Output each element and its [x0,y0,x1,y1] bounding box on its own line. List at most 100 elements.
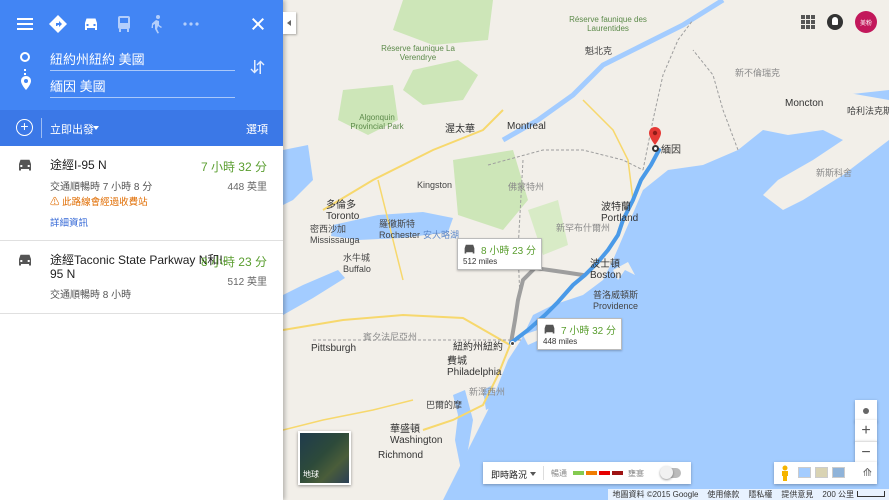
map-canvas[interactable]: 魁北克 Réserve faunique des Laurentides Rés… [283,0,889,500]
route-callout-2[interactable]: 8 小時 23 分 512 miles [457,238,543,270]
car-mode-icon[interactable] [79,12,103,36]
route-option-2[interactable]: 途經Taconic State Parkway N和I- 95 N 8 小時 2… [0,241,283,314]
account-bar: 美粉 [801,10,877,34]
car-icon [464,244,475,254]
map-base [283,0,889,500]
directions-icon[interactable] [46,12,70,36]
layer-thumbnail[interactable] [815,467,828,478]
feedback-link[interactable]: 提供意見 [781,489,813,500]
route-option-1[interactable]: 途經I-95 N 7 小時 32 分 交通順暢時 7 小時 8 分 448 英里… [0,146,283,241]
chevron-down-icon [530,472,536,476]
traffic-swatch [612,471,623,475]
origin-text: 紐約州紐約 美國 [50,52,145,67]
origin-field[interactable]: 紐約州紐約 美國 [20,47,235,71]
map-label: 華盛頓 Washington [390,424,443,446]
map-label: 新不倫瑞克 [735,68,781,78]
more-icon[interactable] [179,12,203,36]
origin-dot-icon [20,52,30,62]
warning-icon: ⚠ [50,197,63,208]
apps-grid-icon[interactable] [801,15,815,29]
collapse-panel-button[interactable] [283,12,296,34]
traffic-swatch [586,471,597,475]
destination-dot-icon [652,145,659,152]
map-label: 佛蒙特州 [508,182,545,192]
destination-text: 緬因 美國 [50,79,106,94]
destination-marker-icon [649,127,661,145]
avatar[interactable]: 美粉 [855,11,877,33]
callout-time: 7 小時 32 分 [561,326,617,337]
route-traffic-note: 交通順暢時 8 小時 [50,290,132,301]
swap-icon[interactable] [250,58,266,76]
menu-icon[interactable] [13,12,37,36]
map-label: 賓夕法尼亞州 [363,332,418,342]
map-label: 密西沙加 Mississauga [310,224,360,245]
scale-bar [857,491,885,497]
map-label: Réserve faunique La Verendrye [381,44,455,62]
traffic-toggle[interactable] [660,466,681,479]
car-icon [19,159,31,171]
route-traffic-note: 交通順暢時 7 小時 8 分 [50,182,153,193]
depart-time-dropdown[interactable]: 立即出發 [50,121,94,137]
traffic-slow-label: 壅塞 [628,469,644,478]
map-data-attribution: 地圖資料 ©2015 Google [612,490,699,499]
map-label: 費城 Philadelphia [447,356,502,378]
toll-warning: ⚠ 此路線會經過收費站 [50,197,148,208]
car-icon [19,254,31,266]
route-time: 7 小時 32 分 [200,160,267,174]
map-label: Richmond [378,450,424,461]
map-label: 新澤西州 [469,387,506,397]
destination-field[interactable]: 緬因 美國 [20,74,235,98]
callout-distance: 512 miles [463,257,498,266]
options-button[interactable]: 選項 [246,121,268,137]
traffic-panel: 即時路況 暢通 壅塞 [483,462,691,484]
chevron-down-icon [93,126,99,130]
callout-distance: 448 miles [543,337,578,346]
zoom-out-button[interactable]: − [855,441,877,463]
car-icon [544,324,555,334]
route-name-line2: 95 N [50,267,76,281]
map-footer: 地圖資料 ©2015 Google 使用條款 隱私權 提供意見 200 公里 [608,489,889,500]
route-details-link[interactable]: 詳細資訊 [50,215,88,229]
origin-marker-icon [510,341,515,346]
map-label: 哈利法克斯 [847,106,889,116]
route-distance: 512 英里 [227,277,267,288]
map-label: 紐約州紐約 [453,342,503,353]
earth-view-toggle[interactable]: 地球 [298,431,351,485]
layers-panel: ⟰ [774,462,877,484]
map-label: Kingston [417,180,453,190]
destination-pin-icon [21,76,31,90]
traffic-swatch [599,471,610,475]
close-icon[interactable] [246,12,270,36]
layer-thumbnail[interactable] [832,467,845,478]
transit-icon[interactable] [112,12,136,36]
pegman-icon[interactable] [781,465,789,481]
map-label: 魁北克 [585,46,613,56]
directions-header: 紐約州紐約 美國 緬因 美國 + 立即出發 選項 [0,0,283,146]
my-location-button[interactable] [855,400,877,422]
route-name: 途經I-95 N [50,158,107,172]
layer-thumbnail[interactable] [798,467,811,478]
route-callout-1[interactable]: 7 小時 32 分 448 miles [537,318,623,350]
terms-link[interactable]: 使用條款 [707,489,739,500]
map-label: 緬因 [661,145,681,156]
map-label: Montreal [507,121,546,132]
map-label: Algonquin Provincial Park [350,113,404,131]
zoom-in-button[interactable]: + [855,420,877,442]
add-destination-icon[interactable]: + [16,119,33,136]
scale-label: 200 公里 [822,489,885,500]
map-label: Moncton [785,98,824,109]
traffic-dropdown[interactable]: 即時路況 [491,468,527,481]
map-label: 普洛威頓斯 Providence [593,290,639,311]
directions-panel: 紐約州紐約 美國 緬因 美國 + 立即出發 選項 途經I-95 N 7 小時 3… [0,0,283,500]
callout-time: 8 小時 23 分 [481,246,537,257]
privacy-link[interactable]: 隱私權 [748,489,772,500]
map-label: 巴爾的摩 [426,400,463,410]
notifications-bell-icon[interactable] [827,14,843,30]
map-label: 渥太華 [445,124,475,135]
expand-layers-icon[interactable]: ⟰ [863,466,872,479]
map-label: 波特蘭 Portland [601,202,639,224]
walk-icon[interactable] [145,12,169,36]
map-label: 羅徹斯特 Rochester [379,219,421,240]
map-label: 水牛城 Buffalo [343,253,371,274]
route-time: 8 小時 23 分 [200,255,267,269]
